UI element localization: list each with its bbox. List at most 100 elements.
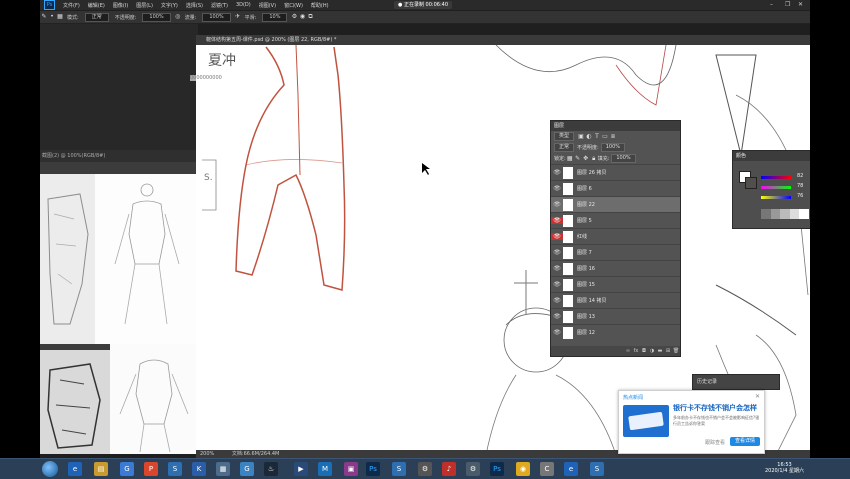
brush-tool-icon[interactable]: ✎ [40, 13, 48, 21]
fx-icon[interactable]: fx [632, 347, 640, 355]
news-headline[interactable]: 银行卡不存钱不销户会怎样 [673, 403, 757, 413]
eye-icon[interactable]: 👁︎ [551, 313, 563, 320]
adjustment-icon[interactable]: ◑ [648, 347, 656, 355]
filter-text-icon[interactable]: T [593, 133, 601, 141]
menu-filter[interactable]: 滤镜(T) [207, 2, 232, 9]
layer-opacity-input[interactable]: 100% [600, 143, 625, 152]
background-swatch[interactable] [745, 177, 757, 189]
lock-pixels-icon[interactable]: ▦ [566, 155, 574, 163]
brush-preset-icon[interactable]: • [48, 13, 56, 21]
menu-3d[interactable]: 3D(D) [232, 2, 255, 8]
lock-all-icon[interactable]: 🔒︎ [590, 155, 598, 163]
smooth-input[interactable]: 10% [262, 12, 288, 22]
menu-image[interactable]: 图像(I) [109, 2, 132, 9]
blend-mode-select[interactable]: 正常 [554, 143, 575, 152]
filter-adjust-icon[interactable]: ◐ [585, 133, 593, 141]
menu-layer[interactable]: 图层(L) [132, 2, 157, 9]
document-tab[interactable]: 躯体结构第五周-课件.psd @ 200% (图层 22, RGB/8#) * [196, 35, 810, 45]
pressure-opacity-icon[interactable]: ◎ [174, 13, 182, 21]
app-icon-stream[interactable]: ▣ [344, 462, 358, 476]
netease-music-icon[interactable]: ♪ [442, 462, 456, 476]
layer-row[interactable]: 👁︎ 图层 22 [551, 196, 680, 212]
menu-view[interactable]: 视图(V) [255, 2, 280, 9]
eye-icon[interactable]: 👁︎ [551, 281, 563, 288]
chrome-icon[interactable]: ◉ [516, 462, 530, 476]
layer-row[interactable]: 👁︎ 图层 12 [551, 324, 680, 340]
view-details-button[interactable]: 查看详情 [729, 437, 760, 446]
folder-icon[interactable]: ▤ [94, 462, 108, 476]
eye-icon[interactable]: 👁︎ [551, 217, 563, 224]
filter-pixel-icon[interactable]: ▣ [577, 133, 585, 141]
app-icon-k[interactable]: K [192, 462, 206, 476]
layer-row[interactable]: 👁︎ 图层 13 [551, 308, 680, 324]
lock-brush-icon[interactable]: ✎ [574, 155, 582, 163]
photoshop-taskbar-icon[interactable]: Ps [366, 462, 380, 476]
group-folder-icon[interactable]: ▬ [656, 347, 664, 355]
red-slider[interactable] [761, 176, 791, 179]
app-icon-gear2[interactable]: ⚙ [466, 462, 480, 476]
zoom-level[interactable]: 200% [196, 451, 214, 457]
eye-icon[interactable]: 👁︎ [551, 185, 563, 192]
minimize-icon[interactable]: – [770, 1, 773, 8]
link-layers-icon[interactable]: ∞ [624, 347, 632, 355]
menu-window[interactable]: 窗口(W) [280, 2, 307, 9]
red-value[interactable]: 82 [797, 173, 803, 179]
layer-row[interactable]: 👁︎ 图层 7 [551, 244, 680, 260]
start-button[interactable] [42, 461, 58, 477]
fill-input[interactable]: 100% [611, 154, 636, 163]
brush-panel-icon[interactable]: ▦ [56, 13, 64, 21]
app-icon-s3[interactable]: S [590, 462, 604, 476]
layer-row[interactable]: 👁︎ 图层 6 [551, 180, 680, 196]
blue-slider[interactable] [761, 196, 791, 199]
eye-icon[interactable]: 👁︎ [551, 233, 563, 240]
eye-icon[interactable]: 👁︎ [551, 297, 563, 304]
layer-filter-select[interactable]: 类型 [554, 132, 575, 141]
mode-select[interactable]: 正常 [84, 12, 109, 22]
filter-smart-icon[interactable]: ⧈ [609, 133, 617, 141]
menu-edit[interactable]: 编辑(E) [84, 2, 109, 9]
eye-icon[interactable]: 👁︎ [551, 169, 563, 176]
menu-file[interactable]: 文件(F) [59, 2, 84, 9]
app-icon-s2[interactable]: S [392, 462, 406, 476]
app-icon-s[interactable]: S [168, 462, 182, 476]
news-secondary-link[interactable]: 跟踪查看 [705, 439, 725, 446]
layer-row[interactable]: 👁︎ 图层 5 [551, 212, 680, 228]
airbrush-icon[interactable]: ✈ [234, 13, 242, 21]
history-panel[interactable]: 历史记录 [692, 374, 780, 390]
steam-icon[interactable]: ♨ [264, 462, 278, 476]
eye-icon[interactable]: 👁︎ [551, 329, 563, 336]
app-icon-m[interactable]: M [318, 462, 332, 476]
layer-row[interactable]: 👁︎ 图层 26 拷贝 [551, 164, 680, 180]
app-icon-g[interactable]: G [120, 462, 134, 476]
menu-type[interactable]: 文字(Y) [157, 2, 182, 9]
system-clock[interactable]: 16:53 2020/1/4 星期六 [765, 462, 804, 474]
app-icon-video[interactable]: ▶ [294, 462, 308, 476]
photoshop-taskbar-icon-2[interactable]: Ps [490, 462, 504, 476]
gear-icon[interactable]: ⚙ [290, 13, 298, 21]
restore-icon[interactable]: ❐ [785, 1, 790, 8]
color-ramp[interactable] [761, 209, 809, 219]
opacity-input[interactable]: 100% [142, 12, 171, 22]
layer-row[interactable]: 👁︎ 图层 15 [551, 276, 680, 292]
blue-value[interactable]: 76 [797, 193, 803, 199]
lock-move-icon[interactable]: ✥ [582, 155, 590, 163]
browser-icon-2[interactable]: e [564, 462, 578, 476]
new-layer-icon[interactable]: ⊞ [664, 347, 672, 355]
layer-row[interactable]: 👁︎ 图层 16 [551, 260, 680, 276]
mask-icon[interactable]: ◘ [640, 347, 648, 355]
menu-select[interactable]: 选择(S) [182, 2, 207, 9]
app-icon-c[interactable]: C [540, 462, 554, 476]
filter-shape-icon[interactable]: ▭ [601, 133, 609, 141]
menu-help[interactable]: 帮助(H) [307, 2, 333, 9]
eye-icon[interactable]: 👁︎ [551, 265, 563, 272]
green-value[interactable]: 78 [797, 183, 803, 189]
close-icon[interactable]: ✕ [755, 393, 760, 400]
green-slider[interactable] [761, 186, 791, 189]
app-icon-g2[interactable]: G [240, 462, 254, 476]
news-popup[interactable]: 热点新闻 ✕ 银行卡不存钱不销户会怎样 多年前办卡不存钱也不销户会不会被影响征信… [618, 390, 765, 454]
layer-row[interactable]: 👁︎ 红线 [551, 228, 680, 244]
symmetry-icon[interactable]: ⧉ [306, 13, 314, 21]
eye-icon[interactable]: 👁︎ [551, 249, 563, 256]
pressure-size-icon[interactable]: ◉ [298, 13, 306, 21]
app-icon-doc[interactable]: ▦ [216, 462, 230, 476]
